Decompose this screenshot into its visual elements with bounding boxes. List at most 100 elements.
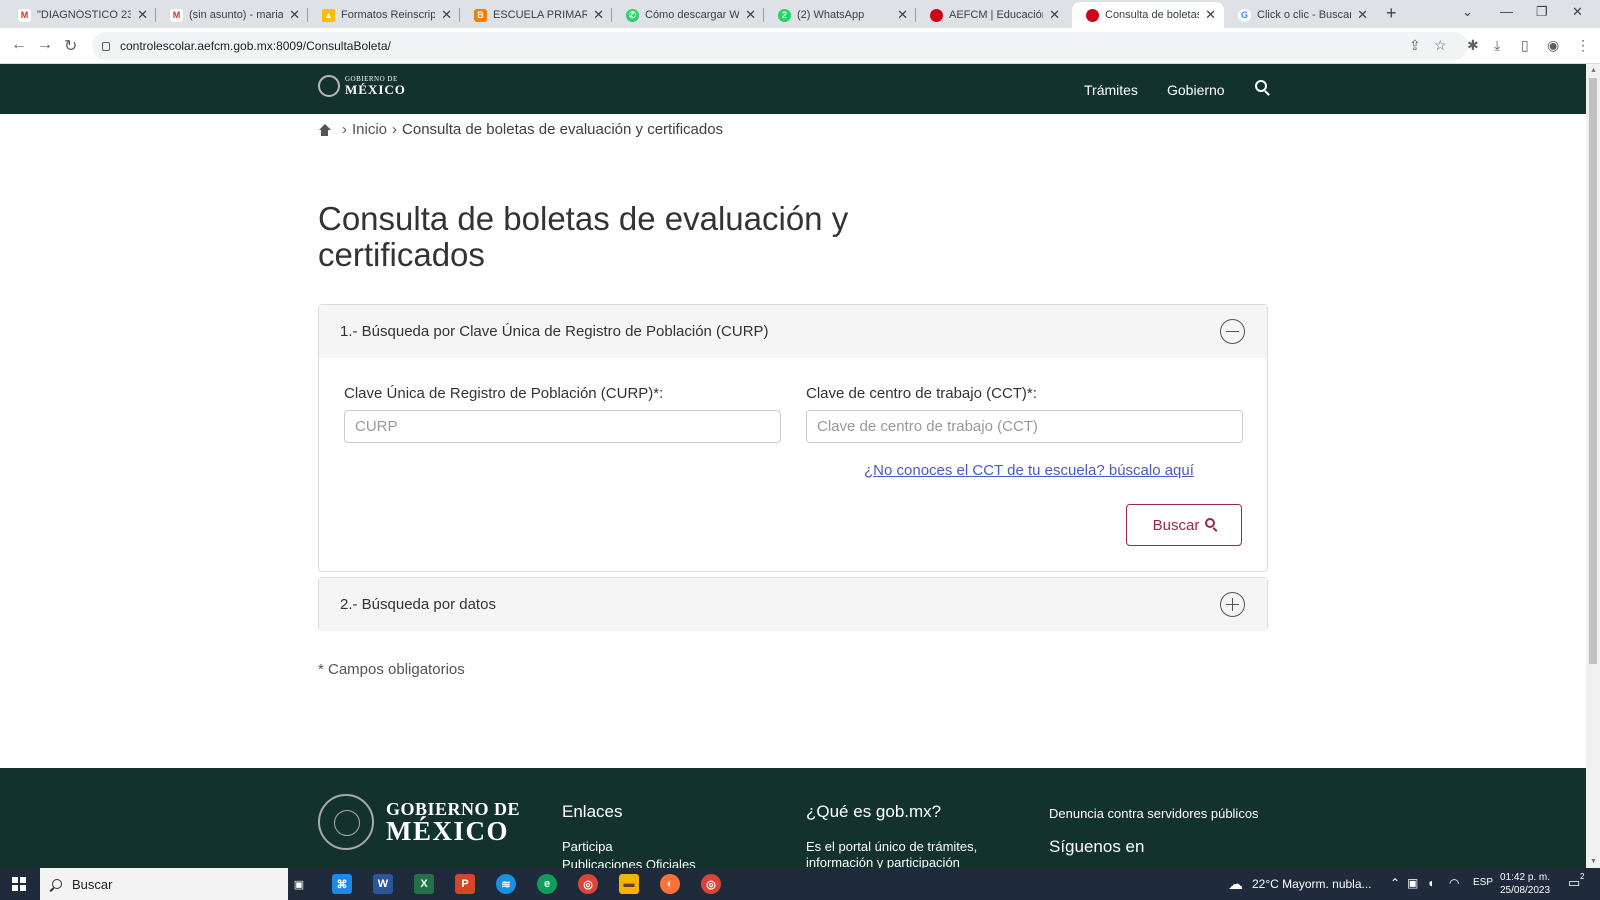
data-panel-header[interactable]: 2.- Búsqueda por datos — [319, 578, 1267, 631]
footer-gob-mx-logo[interactable]: GOBIERNO DE MÉXICO — [318, 794, 520, 850]
breadcrumb-current: Consulta de boletas de evaluación y cert… — [402, 121, 724, 138]
tab-title: ESCUELA PRIMARIA PR — [493, 9, 588, 21]
browser-tab[interactable]: M (sin asunto) - maria.ba ✕ — [156, 2, 308, 28]
bookmark-star-icon[interactable]: ☆ — [1434, 37, 1447, 54]
search-icon — [1205, 518, 1216, 528]
more-menu-icon[interactable]: ⋮ — [1576, 37, 1590, 54]
logo-line2: MÉXICO — [345, 82, 406, 97]
curp-panel-header[interactable]: 1.- Búsqueda por Clave Única de Registro… — [319, 305, 1267, 358]
close-icon[interactable]: ✕ — [1049, 7, 1060, 23]
aefcm-icon — [1086, 8, 1099, 22]
close-icon[interactable]: ✕ — [745, 7, 756, 23]
gob-mx-logo[interactable]: GOBIERNO DE MÉXICO — [318, 75, 406, 97]
edge-icon[interactable]: e — [537, 874, 557, 894]
task-view-icon[interactable]: ▣ — [289, 874, 309, 894]
vertical-scrollbar[interactable]: ▲ ▼ — [1586, 64, 1600, 868]
browser-tab[interactable]: ✆ Cómo descargar What ✕ — [612, 2, 764, 28]
word-icon[interactable]: W — [373, 874, 393, 894]
footer-logo-line2: MÉXICO — [386, 815, 509, 846]
breadcrumb-separator: › — [342, 121, 347, 138]
browser-tab[interactable]: ▲ Formatos Reinscripción ✕ — [308, 2, 460, 28]
browser-tab-active[interactable]: Consulta de boletas de ✕ — [1072, 2, 1224, 28]
browser-tab[interactable]: M "DIAGNÓSTICO 23-24" ✕ — [4, 2, 156, 28]
side-panel-icon[interactable]: ▯ — [1521, 37, 1529, 54]
footer-denuncia-link[interactable]: Denuncia contra servidores públicos — [1049, 806, 1259, 821]
close-icon[interactable]: ✕ — [441, 7, 452, 23]
close-icon[interactable]: ✕ — [1357, 7, 1368, 23]
app-icon[interactable]: ≋ — [496, 874, 516, 894]
close-icon[interactable]: ✕ — [137, 7, 148, 23]
collapse-minus-icon[interactable] — [1220, 319, 1245, 344]
file-explorer-icon[interactable]: ▬ — [619, 874, 639, 894]
footer-social-heading: Síguenos en — [1049, 837, 1145, 856]
tab-title: Cómo descargar What — [645, 9, 740, 21]
cct-input[interactable] — [806, 410, 1243, 443]
footer-about-text: información y participación — [806, 855, 960, 868]
volume-icon[interactable]: ◖ — [1427, 876, 1434, 890]
windows-start-icon[interactable] — [12, 877, 26, 891]
close-icon[interactable]: ✕ — [289, 7, 300, 23]
app-icon[interactable]: ⌘ — [332, 874, 352, 894]
minimize-icon[interactable]: — — [1500, 4, 1513, 19]
weather-text[interactable]: 22°C Mayorm. nubla... — [1252, 877, 1372, 891]
google-icon: G — [1238, 8, 1251, 22]
new-tab-icon[interactable]: + — [1386, 3, 1397, 24]
window-close-icon[interactable]: ✕ — [1572, 4, 1583, 20]
tab-title: (sin asunto) - maria.ba — [189, 9, 284, 21]
curp-input[interactable] — [344, 410, 781, 443]
find-cct-link[interactable]: ¿No conoces el CCT de tu escuela? búscal… — [864, 462, 1194, 479]
network-icon[interactable]: ▣ — [1407, 876, 1418, 890]
powerpoint-icon[interactable]: P — [455, 874, 475, 894]
chrome-icon[interactable]: ◎ — [578, 874, 598, 894]
scroll-down-arrow-icon[interactable]: ▼ — [1590, 858, 1597, 865]
browser-tab[interactable]: AEFCM | Educación | G ✕ — [916, 2, 1068, 28]
notification-count: 2 — [1580, 872, 1585, 881]
firefox-icon[interactable]: ◐ — [660, 874, 680, 894]
data-panel-title: 2.- Búsqueda por datos — [340, 596, 496, 613]
home-icon[interactable] — [318, 123, 331, 136]
search-icon[interactable] — [1255, 80, 1267, 92]
excel-icon[interactable]: X — [414, 874, 434, 894]
taskbar-search-box[interactable]: Buscar — [40, 868, 288, 900]
site-footer: GOBIERNO DE MÉXICO Enlaces Participa Pub… — [0, 768, 1586, 868]
expand-plus-icon[interactable] — [1220, 592, 1245, 617]
browser-tab[interactable]: B ESCUELA PRIMARIA PR ✕ — [460, 2, 612, 28]
weather-cloud-icon[interactable]: ☁ — [1228, 875, 1243, 893]
cct-label: Clave de centro de trabajo (CCT)*: — [806, 385, 1037, 402]
close-icon[interactable]: ✕ — [593, 7, 604, 23]
close-icon[interactable]: ✕ — [897, 7, 908, 23]
restore-icon[interactable]: ❐ — [1536, 4, 1548, 20]
scroll-up-arrow-icon[interactable]: ▲ — [1590, 67, 1597, 74]
tab-search-chevron-icon[interactable]: ⌄ — [1462, 4, 1473, 20]
wifi-icon[interactable]: ◠ — [1449, 876, 1459, 890]
taskbar-clock[interactable]: 01:42 p. m. 25/08/2023 — [1500, 871, 1550, 897]
browser-tab[interactable]: 2 (2) WhatsApp ✕ — [764, 2, 916, 28]
share-icon[interactable]: ⇪ — [1409, 37, 1421, 54]
close-icon[interactable]: ✕ — [1205, 7, 1216, 23]
nav-gobierno[interactable]: Gobierno — [1167, 82, 1225, 98]
language-indicator[interactable]: ESP — [1473, 877, 1493, 888]
browser-tab[interactable]: G Click o clic - Buscar co ✕ — [1224, 2, 1376, 28]
whatsapp-icon: 2 — [778, 8, 791, 22]
back-arrow-icon[interactable]: ← — [11, 36, 27, 54]
chrome-icon[interactable]: ◎ — [701, 874, 721, 894]
drive-icon: ▲ — [322, 8, 335, 22]
footer-link-publicaciones[interactable]: Publicaciones Oficiales — [562, 857, 696, 868]
download-icon[interactable]: ⤓ — [1494, 37, 1500, 54]
tab-title: (2) WhatsApp — [797, 9, 865, 21]
chevron-up-icon[interactable]: ⌃ — [1390, 876, 1400, 890]
forward-arrow-icon[interactable]: → — [37, 36, 53, 54]
notifications-icon[interactable]: ▭ — [1568, 875, 1580, 891]
extensions-puzzle-icon[interactable]: ✱ — [1467, 37, 1479, 54]
address-bar[interactable]: controlescolar.aefcm.gob.mx:8009/Consult… — [92, 32, 1468, 60]
nav-tramites[interactable]: Trámites — [1084, 82, 1138, 98]
search-button[interactable]: Buscar — [1126, 504, 1242, 546]
footer-link-participa[interactable]: Participa — [562, 839, 613, 854]
reload-icon[interactable]: ↻ — [64, 36, 77, 56]
scrollbar-thumb[interactable] — [1589, 78, 1597, 664]
page-title: Consulta de boletas de evaluación y cert… — [318, 200, 849, 273]
breadcrumb-inicio[interactable]: Inicio — [352, 121, 387, 138]
profile-avatar-icon[interactable]: ◉ — [1547, 37, 1559, 54]
curp-panel-title: 1.- Búsqueda por Clave Única de Registro… — [340, 323, 769, 340]
clock-date: 25/08/2023 — [1500, 885, 1551, 896]
